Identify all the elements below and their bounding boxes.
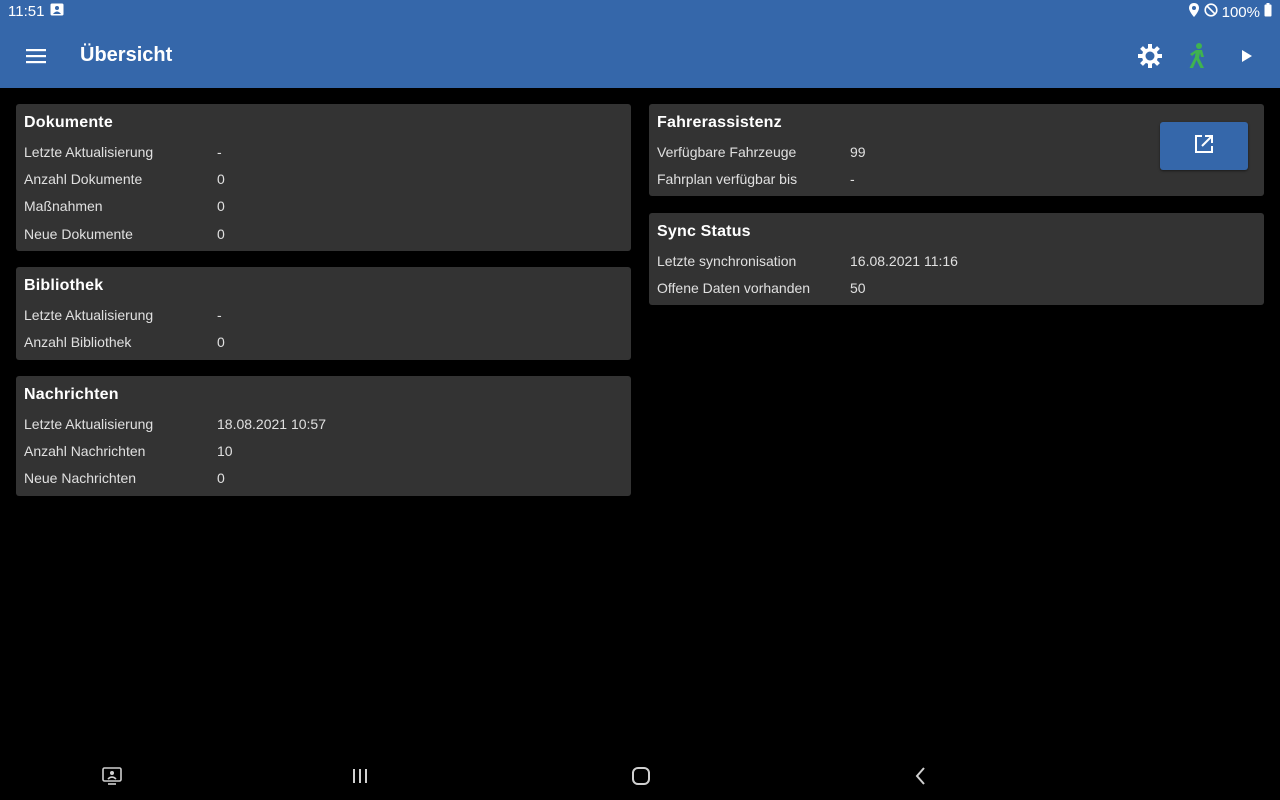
home-icon[interactable] <box>629 764 653 788</box>
row-value: 18.08.2021 10:57 <box>217 416 326 432</box>
row-label: Anzahl Dokumente <box>24 171 143 187</box>
sync-status-title: Sync Status <box>657 223 751 240</box>
row-value: 0 <box>217 470 225 486</box>
back-icon[interactable] <box>909 764 933 788</box>
row-value: 50 <box>850 280 866 296</box>
bibliothek-card: Bibliothek Letzte Aktualisierung - Anzah… <box>16 267 631 360</box>
battery-icon <box>1264 3 1272 21</box>
bibliothek-title: Bibliothek <box>24 277 104 294</box>
location-icon <box>1188 3 1200 21</box>
fahrerassistenz-title: Fahrerassistenz <box>657 114 782 131</box>
row-label: Fahrplan verfügbar bis <box>657 171 798 187</box>
row-label: Letzte Aktualisierung <box>24 307 154 323</box>
row-value: - <box>217 144 222 160</box>
dokumente-card: Dokumente Letzte Aktualisierung - Anzahl… <box>16 104 631 251</box>
nachrichten-card: Nachrichten Letzte Aktualisierung 18.08.… <box>16 376 631 496</box>
menu-icon[interactable] <box>22 44 50 68</box>
open-external-icon <box>1193 133 1215 160</box>
row-label: Maßnahmen <box>24 198 103 214</box>
row-label: Neue Dokumente <box>24 226 133 242</box>
row-value: 0 <box>217 171 225 187</box>
do-not-disturb-icon <box>1204 3 1218 21</box>
sync-status-card: Sync Status Letzte synchronisation 16.08… <box>649 213 1264 305</box>
row-label: Anzahl Bibliothek <box>24 334 132 350</box>
row-value: - <box>850 171 855 187</box>
row-label: Letzte synchronisation <box>657 253 797 269</box>
battery-level: 100% <box>1221 3 1260 21</box>
dokumente-title: Dokumente <box>24 114 113 131</box>
fahrerassistenz-card: Fahrerassistenz Verfügbare Fahrzeuge 99 … <box>649 104 1264 196</box>
row-value: 0 <box>217 198 225 214</box>
screen-share-icon[interactable] <box>100 764 124 788</box>
page-title: Übersicht <box>80 44 173 66</box>
row-value: 10 <box>217 443 233 459</box>
navigation-bar <box>0 752 1280 800</box>
settings-icon[interactable] <box>1134 40 1166 72</box>
status-bar: 11:51 100% <box>0 0 1280 24</box>
row-value: - <box>217 307 222 323</box>
recent-apps-icon[interactable] <box>348 764 372 788</box>
row-label: Neue Nachrichten <box>24 470 137 486</box>
walking-person-icon[interactable] <box>1182 40 1214 72</box>
row-label: Anzahl Nachrichten <box>24 443 146 459</box>
nachrichten-title: Nachrichten <box>24 386 119 403</box>
open-fahrerassistenz-button[interactable] <box>1160 122 1248 170</box>
app-bar: Übersicht <box>0 24 1280 88</box>
row-value: 99 <box>850 144 866 160</box>
row-label: Letzte Aktualisierung <box>24 416 154 432</box>
row-label: Verfügbare Fahrzeuge <box>657 144 797 160</box>
status-time: 11:51 <box>8 3 45 20</box>
row-label: Offene Daten vorhanden <box>657 280 811 296</box>
row-value: 0 <box>217 334 225 350</box>
notification-icon <box>50 3 64 20</box>
row-label: Letzte Aktualisierung <box>24 144 154 160</box>
row-value: 0 <box>217 226 225 242</box>
play-icon[interactable] <box>1230 40 1262 72</box>
row-value: 16.08.2021 11:16 <box>850 253 958 269</box>
